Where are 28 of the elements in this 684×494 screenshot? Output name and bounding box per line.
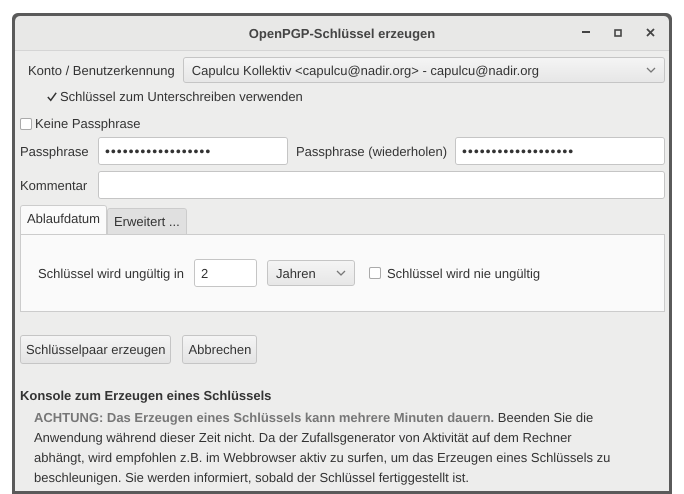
checkbox[interactable] — [20, 118, 32, 130]
dialog-button[interactable]: Schlüsselpaar erzeugen — [20, 335, 172, 364]
console-message: ACHTUNG: Das Erzeugen eines Schlüssels kann mehrere Minuten dauern. Beenden Sie die Anwendung während dieser Zeit nicht. Da der Zufallsgenerator von Aktivität auf dem Rechner abhängt, wird empfohlen z.B. im Webbrowser aktiv zu surfen, um das Erzeugen eines Schlüssels zu beschleunigen. Sie werden informiert, sobald der Schlüssel fertiggestellt ist. — [33, 409, 612, 487]
passphrase-repeat-field[interactable]: ••••••••••••••••••• — [455, 137, 665, 165]
window-title: OpenPGP-Schlüssel erzeugen — [248, 26, 436, 40]
chevron-down-icon — [646, 67, 656, 73]
checkbox-label: Schlüssel zum Unterschreiben verwenden — [60, 89, 303, 104]
checkbox[interactable] — [368, 267, 381, 279]
passphrase-label: Passphrase — [20, 144, 90, 158]
close-icon[interactable] — [646, 28, 655, 37]
maximize-icon[interactable] — [614, 28, 622, 36]
expiry-unit-dropdown[interactable]: Jahren — [266, 260, 355, 286]
comment-label: Kommentar — [20, 178, 88, 192]
account-label: Konto / Benutzerkennung — [28, 62, 175, 78]
tab[interactable]: Erweitert ... — [107, 208, 187, 234]
tab[interactable]: Ablaufdatum — [20, 205, 107, 234]
checkbox[interactable] — [46, 90, 58, 102]
minimize-icon[interactable] — [582, 31, 590, 34]
console-title: Konsole zum Erzeugen eines Schlüssels — [20, 388, 272, 403]
checkbox-label: Schlüssel wird nie ungültig — [386, 266, 540, 280]
passphrase-field[interactable]: •••••••••••••••••• — [98, 137, 288, 165]
dialog-button[interactable]: Abbrechen — [182, 335, 258, 364]
expiry-amount-field[interactable]: 2 — [194, 259, 257, 287]
expiry-label: Schlüssel wird ungültig in — [38, 266, 184, 280]
chevron-down-icon — [336, 270, 346, 276]
checkbox-label: Keine Passphrase — [35, 116, 141, 131]
passphrase-repeat-label: Passphrase (wiederholen) — [296, 144, 448, 158]
account-dropdown[interactable]: Capulcu Kollektiv <capulcu@nadir.org> - capulcu@nadir.org — [182, 57, 665, 83]
